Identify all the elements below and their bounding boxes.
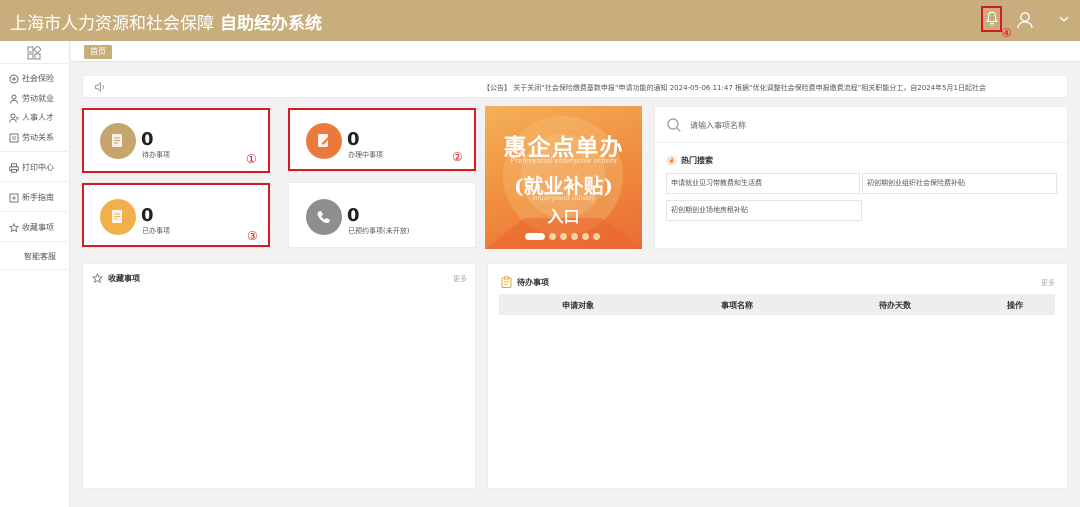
search-card: 热门搜索 申请就业见习带教费和生活费 初创期创业组织社会保险费补贴 初创期创业场… — [654, 106, 1068, 249]
column-header: 操作 — [1007, 301, 1023, 310]
favorites-more-link[interactable]: 更多 — [453, 274, 467, 284]
hot-search-label: 热门搜索 — [681, 156, 713, 165]
reserved-items-card[interactable]: 0 已预约事项(未开放) — [288, 182, 476, 248]
column-header: 申请对象 — [562, 301, 594, 310]
sidebar-divider — [0, 241, 70, 242]
carousel-dot[interactable] — [593, 232, 600, 240]
hot-search-item[interactable]: 申请就业见习带教费和生活费 — [666, 173, 860, 194]
banner-entry: 入口 — [547, 207, 580, 226]
menu-grid-icon[interactable] — [27, 46, 41, 60]
reserved-items-label: 已预约事项(未开放) — [348, 227, 410, 235]
hot-search-title: 热门搜索 — [666, 155, 713, 166]
todo-title: 待办事项 — [501, 276, 549, 288]
system-name: 自助经办系统 — [220, 14, 322, 34]
sidebar-item-print-center[interactable]: 打印中心 — [9, 162, 54, 173]
speaker-icon — [95, 82, 104, 92]
sidebar-divider — [0, 269, 70, 270]
printer-icon — [9, 162, 19, 173]
sidebar-item-labor-relations[interactable]: 劳动关系 — [9, 132, 54, 143]
tab-home[interactable]: 首页 — [84, 45, 112, 59]
sidebar-item-label: 新手指南 — [22, 193, 54, 202]
notice-bar: 【公告】 关于关闭“社会保险缴费基数申报”申请功能的通知 2024-05-06 … — [82, 75, 1068, 98]
column-header: 事项名称 — [721, 301, 753, 310]
sidebar-item-social-insurance[interactable]: 社会保险 — [9, 73, 54, 84]
promo-banner[interactable]: 惠企点单办 Preferential enterprise orders (就业… — [485, 106, 642, 249]
hot-search-icon — [666, 155, 677, 166]
sidebar-divider — [0, 181, 70, 182]
sidebar-item-label: 打印中心 — [22, 163, 54, 172]
search-icon[interactable] — [666, 117, 682, 133]
system-title: 上海市人力资源和社会保障 自助经办系统 — [10, 9, 322, 34]
sidebar-item-label: 智能客服 — [24, 252, 56, 261]
hot-search-item[interactable]: 初创期创业场地房租补贴 — [666, 200, 862, 221]
highlight-box-1 — [82, 108, 270, 173]
carousel-dot[interactable] — [549, 232, 556, 240]
top-header: 上海市人力资源和社会保障 自助经办系统 ④ — [0, 0, 1080, 41]
reserved-items-count: 0 — [347, 205, 360, 226]
employment-icon — [10, 94, 18, 104]
clipboard-icon — [501, 276, 512, 288]
column-header: 待办天数 — [879, 301, 911, 310]
sidebar-divider — [0, 211, 70, 212]
todo-table-header: 申请对象 事项名称 待办天数 操作 — [499, 294, 1055, 315]
sidebar-item-label: 收藏事项 — [22, 223, 54, 232]
search-input[interactable] — [690, 118, 1050, 132]
sidebar-item-label: 人事人才 — [22, 113, 54, 122]
carousel-dot[interactable] — [525, 232, 545, 240]
sidebar-item-smart-service[interactable]: 智能客服 — [24, 251, 56, 262]
star-icon — [92, 273, 103, 284]
carousel-dot[interactable] — [571, 232, 578, 240]
sidebar-item-label: 劳动关系 — [22, 133, 54, 142]
org-title: 上海市人力资源和社会保障 — [10, 14, 214, 34]
marker-3: ③ — [247, 229, 258, 243]
sidebar-item-guide[interactable]: 新手指南 — [9, 192, 54, 203]
chevron-down-icon[interactable] — [1057, 12, 1071, 26]
sidebar-item-label: 社会保险 — [22, 74, 54, 83]
highlight-box-3 — [82, 183, 270, 247]
sidebar-item-favorites[interactable]: 收藏事项 — [9, 222, 54, 233]
labor-relations-icon — [9, 133, 19, 142]
personnel-icon — [9, 113, 19, 123]
sidebar-item-employment[interactable]: 劳动就业 — [9, 93, 54, 104]
highlight-box-2 — [288, 108, 476, 171]
sidebar: 社会保险 劳动就业 人事人才 劳动关系 打印中心 新手指南 收藏事项 智能客服 — [0, 41, 70, 507]
sidebar-item-personnel[interactable]: 人事人才 — [9, 112, 54, 123]
search-row — [655, 107, 1067, 143]
user-icon[interactable] — [1015, 10, 1035, 30]
sidebar-item-label: 劳动就业 — [22, 94, 54, 103]
favorites-title: 收藏事项 — [92, 273, 140, 284]
carousel-dot[interactable] — [582, 232, 589, 240]
marker-1: ① — [246, 152, 257, 166]
notice-text[interactable]: 【公告】 关于关闭“社会保险缴费基数申报”申请功能的通知 2024-05-06 … — [483, 83, 986, 93]
marker-4: ④ — [1001, 26, 1012, 40]
todo-more-link[interactable]: 更多 — [1041, 278, 1055, 288]
reserved-items-icon — [306, 199, 342, 235]
hot-search-item[interactable]: 初创期创业组织社会保险费补贴 — [862, 173, 1057, 194]
sidebar-divider — [0, 63, 70, 64]
notification-button[interactable] — [981, 6, 1002, 32]
bell-icon — [986, 11, 998, 25]
banner-subtitle-en: employment subsidy — [532, 195, 595, 202]
marker-2: ② — [452, 150, 463, 164]
tab-bar: 首页 — [71, 41, 1080, 62]
favorites-panel: 收藏事项 更多 — [82, 263, 476, 489]
carousel-dots — [525, 232, 600, 240]
star-icon — [9, 222, 19, 232]
carousel-dot[interactable] — [560, 232, 567, 240]
guide-icon — [9, 193, 19, 202]
favorites-title-label: 收藏事项 — [108, 274, 140, 283]
sidebar-divider — [0, 151, 70, 152]
social-insurance-icon — [9, 74, 19, 83]
banner-title-en: Preferential enterprise orders — [510, 157, 617, 165]
todo-title-label: 待办事项 — [517, 277, 549, 287]
